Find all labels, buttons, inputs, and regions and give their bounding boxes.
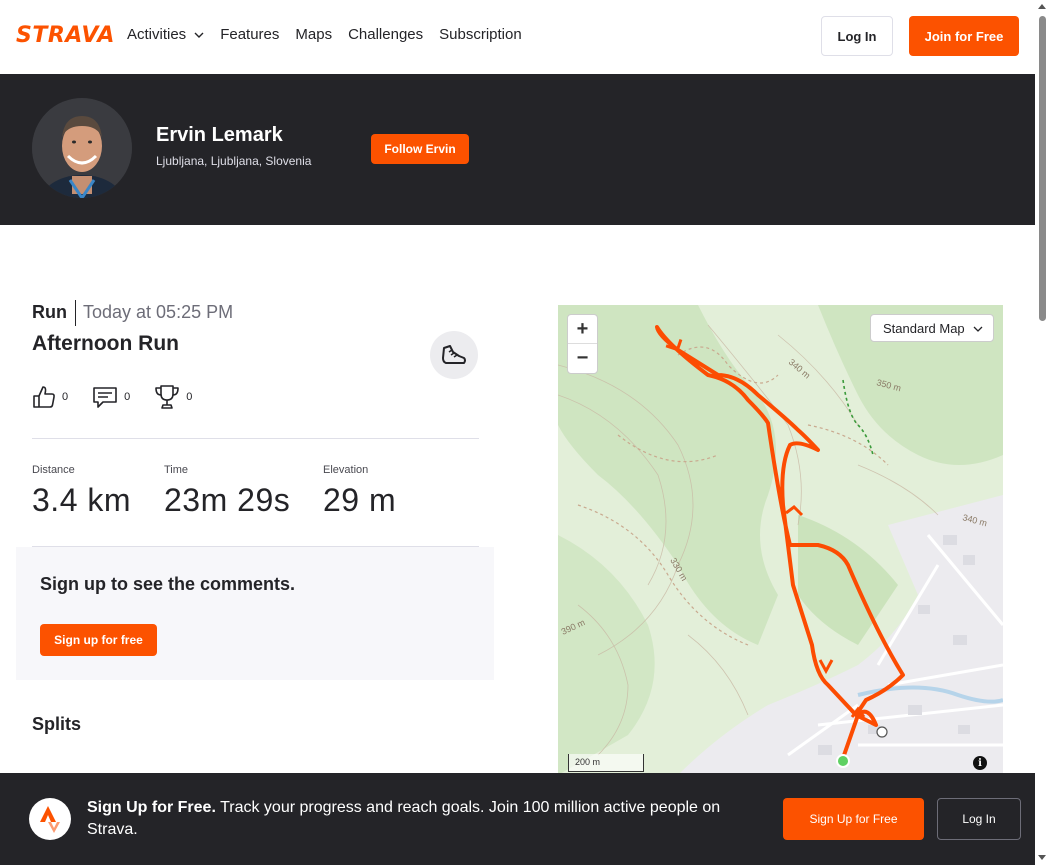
nav-maps[interactable]: Maps [295,25,332,45]
scroll-thumb[interactable] [1039,16,1046,321]
thumbs-up-icon [33,386,55,408]
follow-button[interactable]: Follow Ervin [371,134,469,164]
zoom-in-button[interactable]: + [568,315,597,344]
nav-challenges[interactable]: Challenges [348,25,423,45]
divider [75,300,76,326]
stat-value: 23m 29s [164,482,291,518]
chevron-down-icon [973,326,983,332]
stat-label: Distance [32,464,75,476]
zoom-out-button[interactable]: − [568,344,597,373]
scroll-up-arrow-icon[interactable] [1038,4,1046,9]
avatar-photo [32,98,132,198]
comments-button[interactable]: 0 [92,385,130,409]
activity-type: Run [32,302,67,322]
map-canvas[interactable]: 340 m 350 m 330 m 390 m 340 m [558,305,1003,775]
athlete-name[interactable]: Ervin Lemark [156,124,283,147]
comments-count: 0 [124,391,131,403]
trophy-icon [155,385,180,409]
social-stats: 0 0 0 [32,384,216,410]
comments-signup-title: Sign up to see the comments. [40,574,296,594]
stat-value: 3.4 km [32,482,132,518]
comments-signup-panel: Sign up to see the comments. Sign up for… [16,547,494,680]
stat-label: Elevation [323,464,369,476]
signup-banner-text: Sign Up for Free. Track your progress an… [87,797,767,841]
stat-elevation: Elevation 29 m [323,464,396,519]
splits-heading: Splits [32,714,82,734]
shoe-icon [442,345,466,364]
strava-logo[interactable]: STRAVA [16,25,115,47]
comment-icon [93,387,117,408]
route-end-marker[interactable] [876,726,888,738]
activity-title: Afternoon Run [32,332,179,355]
kudos-count: 0 [62,391,69,403]
signup-banner-headline: Sign Up for Free. [87,799,216,816]
zoom-controls: + − [567,314,598,374]
signup-banner: Sign Up for Free. Track your progress an… [0,773,1035,865]
strava-logo-icon [29,798,71,840]
chevron-down-icon [194,32,204,38]
map-type-select[interactable]: Standard Map [870,314,994,342]
nav-features[interactable]: Features [220,25,279,45]
info-icon[interactable]: i [973,756,987,770]
stat-value: 29 m [323,482,397,518]
stat-distance: Distance 3.4 km [32,464,131,519]
achievements-button[interactable]: 0 [154,384,192,410]
divider [32,438,479,439]
stat-time: Time 23m 29s [164,464,290,519]
route-start-marker[interactable] [836,754,850,768]
join-free-button[interactable]: Join for Free [909,16,1019,56]
signup-free-button[interactable]: Sign Up for Free [783,798,924,840]
map-scale: 200 m [568,754,644,772]
login-button[interactable]: Log In [821,16,893,56]
page-scrollbar[interactable] [1035,0,1050,865]
nav-activities[interactable]: Activities [127,25,204,45]
achievements-count: 0 [186,391,193,403]
athlete-banner: Ervin Lemark Ljubljana, Ljubljana, Slove… [0,74,1035,225]
athlete-location: Ljubljana, Ljubljana, Slovenia [156,154,312,168]
stat-label: Time [164,464,189,476]
nav-links: Activities Features Maps Challenges Subs… [127,25,538,45]
nav-subscription[interactable]: Subscription [439,25,522,45]
scroll-down-arrow-icon[interactable] [1038,855,1046,860]
login-button[interactable]: Log In [937,798,1021,840]
activity-time: Today at 05:25 PM [83,302,234,322]
athlete-avatar[interactable] [32,98,132,198]
gear-shoe-button[interactable] [430,331,478,379]
top-navigation: STRAVA Activities Features Maps Challeng… [0,0,1035,74]
signup-free-button[interactable]: Sign up for free [40,624,157,656]
kudos-button[interactable]: 0 [32,385,68,409]
activity-map[interactable]: 340 m 350 m 330 m 390 m 340 m + − Standa… [558,305,1003,775]
